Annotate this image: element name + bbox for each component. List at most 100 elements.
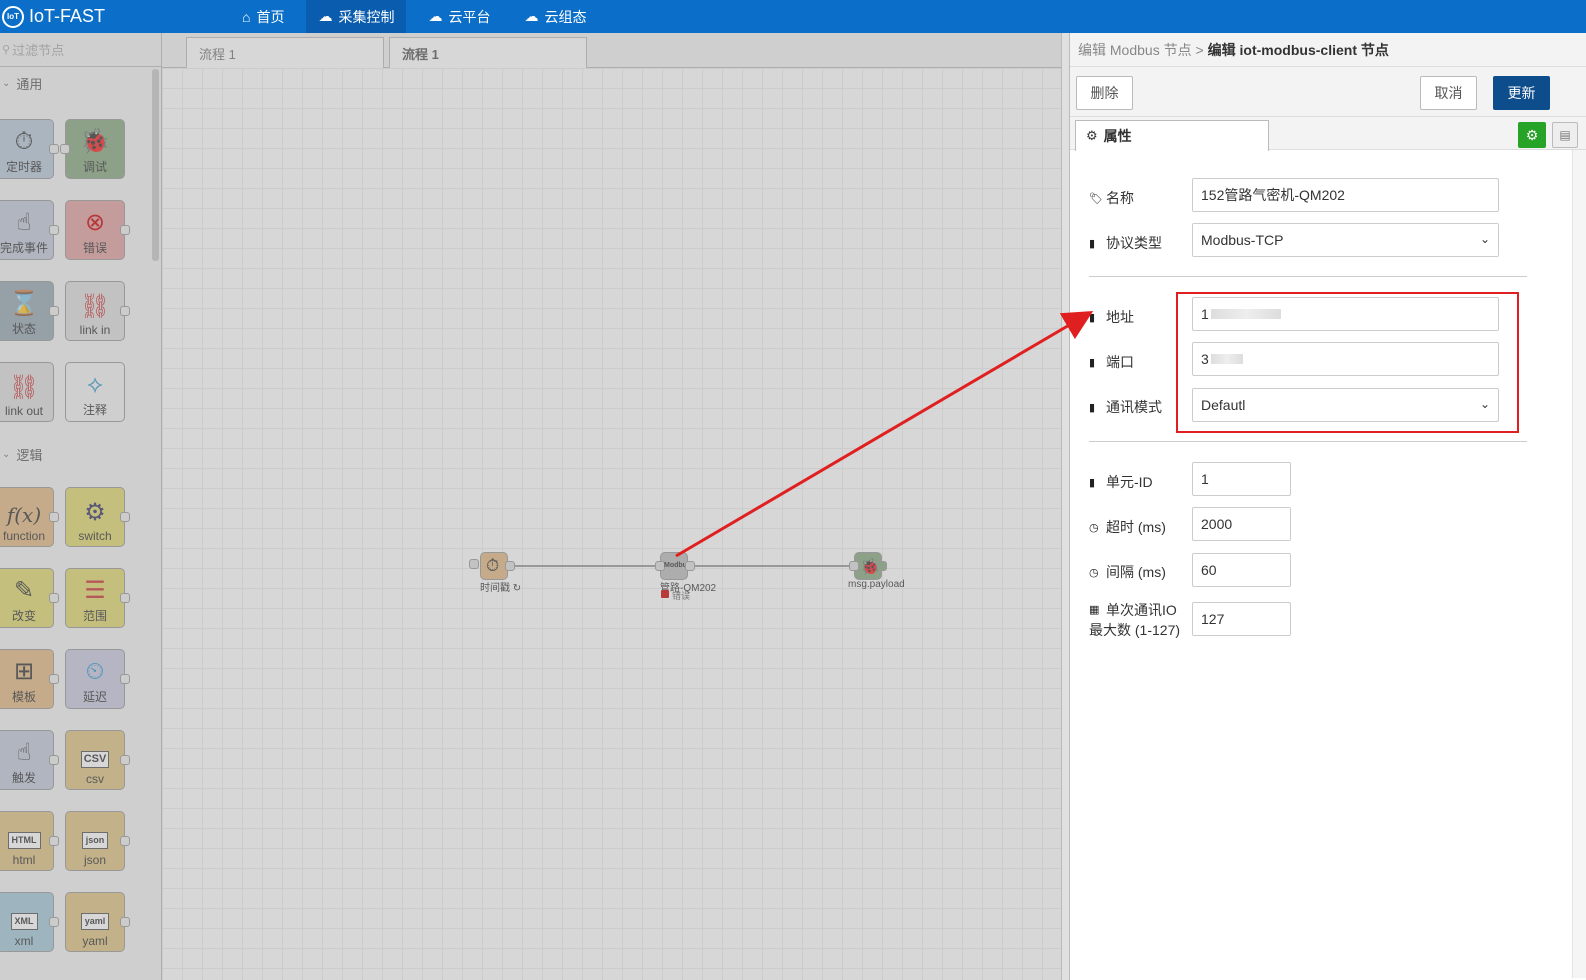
- filter-placeholder: 过滤节点: [12, 43, 65, 58]
- palette-node-template[interactable]: ⊞ 模板: [0, 649, 59, 709]
- interval-row: ◷ 间隔 (ms): [1089, 562, 1166, 582]
- flow-node-debug[interactable]: 🐞: [849, 552, 887, 580]
- palette-node-timer[interactable]: ⏱ 定时器: [0, 119, 59, 179]
- palette-node-error[interactable]: ⊗ 错误: [65, 200, 130, 260]
- nav-cloud-platform[interactable]: ☁ 云平台: [416, 0, 502, 33]
- xml-file-icon: XML: [10, 913, 38, 930]
- tab-flow-1[interactable]: 流程 1: [186, 37, 384, 68]
- timeout-label: 超时 (ms): [1106, 519, 1166, 535]
- function-icon: f(x): [6, 503, 42, 527]
- panel-splitter[interactable]: [1061, 33, 1069, 980]
- output-port: [505, 561, 515, 571]
- unit-id-input[interactable]: 1: [1192, 462, 1291, 496]
- palette-node-html[interactable]: HTML html: [0, 811, 59, 871]
- app-logo[interactable]: IoT IoT-FAST: [0, 5, 230, 28]
- palette-node-change[interactable]: ✎ 改变: [0, 568, 59, 628]
- mode-value: Defautl: [1201, 397, 1246, 413]
- chevron-down-icon: ⌄: [2, 77, 11, 89]
- palette-node-yaml[interactable]: yaml yaml: [65, 892, 130, 952]
- palette-node-link-out[interactable]: ⛓ link out: [0, 362, 54, 422]
- palette-node-function[interactable]: f(x) function: [0, 487, 59, 547]
- html-file-icon: HTML: [7, 832, 41, 849]
- interval-input[interactable]: 60: [1192, 553, 1291, 587]
- node-edit-panel: 编辑 Modbus 节点 > 编辑 iot-modbus-client 节点 删…: [1069, 33, 1586, 980]
- category-common-label: 通用: [16, 76, 43, 92]
- flow-node-modbus-client[interactable]: Modbus: [655, 552, 695, 580]
- wire[interactable]: [686, 565, 864, 567]
- max-io-input[interactable]: 127: [1192, 602, 1291, 636]
- panel-toolbar: 删除 取消 更新: [1070, 67, 1586, 117]
- protocol-select[interactable]: Modbus-TCP ⌄: [1192, 223, 1499, 257]
- palette-filter-input[interactable]: ⚲ 过滤节点: [0, 33, 161, 67]
- protocol-value: Modbus-TCP: [1201, 232, 1284, 248]
- range-icon: ☰: [84, 577, 106, 604]
- delete-button[interactable]: 删除: [1076, 76, 1133, 110]
- palette-node-label: json: [83, 853, 106, 867]
- palette-node-delay[interactable]: ⏲ 延迟: [65, 649, 130, 709]
- palette-node-range[interactable]: ☰ 范围: [65, 568, 130, 628]
- flow-node-status: 错误: [672, 591, 691, 601]
- cloud-gear-icon: ☁: [318, 8, 333, 24]
- search-icon: ⚲: [2, 44, 11, 56]
- clock-icon: ◷: [1089, 521, 1099, 534]
- address-input[interactable]: 1: [1192, 297, 1499, 331]
- inject-button[interactable]: [469, 559, 479, 569]
- palette-node-comment[interactable]: ⟡ 注释: [65, 362, 125, 422]
- touch-icon: ☝: [16, 209, 32, 236]
- palette-node-label: 注释: [82, 403, 107, 417]
- debug-toggle-button[interactable]: [877, 561, 887, 571]
- form-scrollbar[interactable]: [1572, 150, 1586, 978]
- nav-home[interactable]: ⌂ 首页: [230, 0, 296, 33]
- tab-properties[interactable]: ⚙ 属性: [1075, 120, 1269, 151]
- edit-icon: ✎: [13, 577, 35, 604]
- update-button[interactable]: 更新: [1493, 76, 1550, 110]
- gear-icon: ⚙: [1525, 126, 1539, 143]
- palette-node-trigger[interactable]: ☝ 触发: [0, 730, 59, 790]
- redacted-mask: [1210, 354, 1243, 364]
- node-settings-button[interactable]: ⚙: [1518, 122, 1546, 148]
- timeout-row: ◷ 超时 (ms): [1089, 517, 1166, 537]
- palette-node-debug[interactable]: 🐞 调试: [60, 119, 125, 179]
- port-input[interactable]: 3: [1192, 342, 1499, 376]
- node-description-button[interactable]: ▤: [1552, 122, 1578, 148]
- palette-node-label: switch: [78, 529, 112, 543]
- logo-badge-icon: IoT: [2, 5, 24, 28]
- switch-icon: ⚙: [84, 499, 106, 526]
- breadcrumb: 编辑 Modbus 节点 > 编辑 iot-modbus-client 节点: [1070, 33, 1586, 67]
- nav-collect-control[interactable]: ☁ 采集控制: [306, 0, 407, 33]
- category-common[interactable]: ⌄ 通用: [0, 67, 161, 99]
- timeout-input[interactable]: 2000: [1192, 507, 1291, 541]
- wire[interactable]: [510, 565, 670, 567]
- max-io-label-range: 最大数 (1-127): [1089, 622, 1181, 638]
- output-port: [49, 917, 59, 927]
- tab-flow-1-active[interactable]: 流程 1: [389, 37, 587, 68]
- cloud-platform-icon: ☁: [428, 8, 443, 24]
- bug-icon: 🐞: [80, 128, 110, 155]
- flow-node-label: 时间戳 ↻: [480, 583, 522, 594]
- palette-node-status[interactable]: ⌛ 状态: [0, 281, 59, 341]
- palette-node-label: yaml: [82, 934, 108, 948]
- palette-node-complete[interactable]: ☝ 完成事件: [0, 200, 59, 260]
- mode-row: ▮ 通讯模式: [1089, 397, 1162, 417]
- cancel-button[interactable]: 取消: [1420, 76, 1477, 110]
- palette-node-label: 触发: [11, 771, 36, 785]
- flow-workspace[interactable]: ⏱ 时间戳 ↻ Modbus 管路-QM202 错误 🐞 msg.payload: [162, 68, 1062, 980]
- mode-select[interactable]: Defautl ⌄: [1192, 388, 1499, 422]
- palette-node-switch[interactable]: ⚙ switch: [65, 487, 130, 547]
- bookmark-icon: ▮: [1089, 356, 1096, 369]
- yaml-file-icon: yaml: [80, 913, 110, 930]
- name-input[interactable]: 152管路气密机-QM202: [1192, 178, 1499, 212]
- palette-scrollbar[interactable]: [152, 69, 159, 261]
- palette-node-json[interactable]: json json: [65, 811, 130, 871]
- link-icon: ⛓: [79, 293, 111, 320]
- palette-node-xml[interactable]: XML xml: [0, 892, 59, 952]
- palette-node-csv[interactable]: CSV csv: [65, 730, 130, 790]
- breadcrumb-prefix[interactable]: 编辑 Modbus 节点 >: [1078, 40, 1204, 60]
- bookmark-icon: ▮: [1089, 237, 1096, 250]
- flow-node-timestamp[interactable]: ⏱: [480, 552, 515, 580]
- category-logic[interactable]: ⌄ 逻辑: [0, 438, 42, 470]
- palette-node-label: 调试: [82, 160, 107, 174]
- palette-node-label: xml: [14, 934, 34, 948]
- nav-cloud-config[interactable]: ☁ 云组态: [512, 0, 598, 33]
- palette-node-link-in[interactable]: ⛓ link in: [65, 281, 130, 341]
